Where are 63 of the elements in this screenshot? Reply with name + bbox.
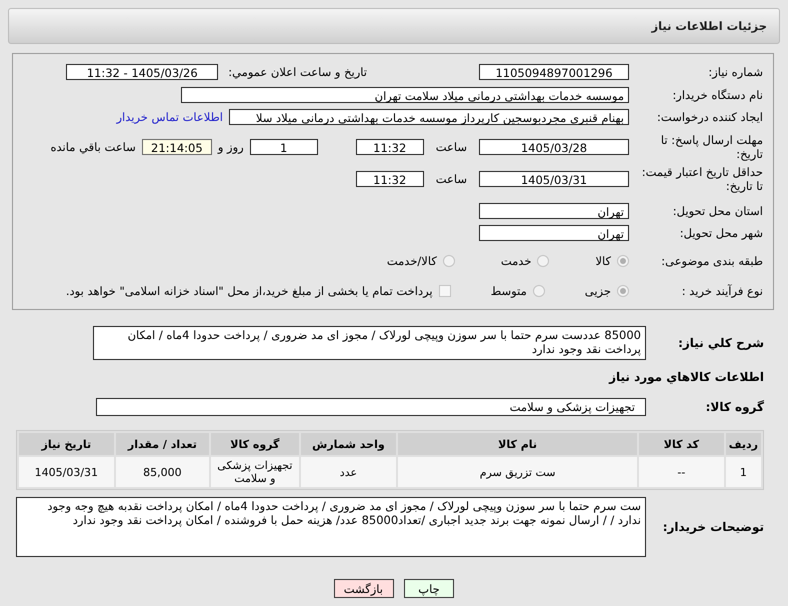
field-label: توضیحات خریدار: — [662, 520, 764, 534]
field-label: گروه کالا: — [704, 400, 764, 414]
back-button[interactable]: بازگشت — [334, 579, 394, 598]
remaining-time-field[interactable]: 21:14:05 — [142, 139, 212, 155]
field-label: نام دستگاه خریدار: — [671, 88, 763, 102]
table-cell: 1 — [726, 457, 761, 487]
field-label: مهلت ارسال پاسخ: تا تاریخ: — [660, 133, 763, 161]
province-field[interactable]: تهران — [479, 203, 629, 219]
description-textarea[interactable]: 85000 عددست سرم حتما با سر سوزن وپیچی لورلاک / مجوز ای مد ضروری / پرداخت حدودا 4ماه / امکان پرداخت نقد وجود ندارد — [93, 326, 646, 360]
field-label: طبقه بندی موضوعی: — [660, 254, 763, 268]
table-cell: عدد — [300, 457, 396, 487]
validity-date-field[interactable]: 1405/03/31 — [479, 171, 629, 187]
column-header: واحد شمارش — [300, 433, 396, 455]
column-header: نام کالا — [398, 433, 638, 455]
section-title: اطلاعات کالاهاي مورد نیاز — [609, 370, 764, 384]
column-header: ردیف — [726, 433, 761, 455]
field-label: استان محل تحویل: — [672, 204, 763, 218]
field-label: حداقل تاریخ اعتبار قیمت: تا تاریخ: — [640, 165, 763, 193]
radio-button[interactable] — [532, 285, 545, 297]
field-label: تاریخ و ساعت اعلان عمومي: — [228, 65, 367, 79]
table-cell: -- — [639, 457, 724, 487]
deadline-date-field[interactable]: 1405/03/28 — [479, 139, 629, 155]
announce-date-field[interactable]: 1405/03/26 - 11:32 — [66, 64, 218, 80]
table-cell: 1405/03/31 — [19, 457, 114, 487]
page-title: جزئیات اطلاعات نیاز — [651, 19, 767, 33]
time-label: ساعت — [436, 140, 467, 154]
field-label: ایجاد کننده درخواست: — [656, 110, 763, 124]
days-label: روز و — [218, 140, 244, 154]
option-label: کالا — [595, 254, 611, 268]
field-label: شهر محل تحویل: — [678, 226, 763, 240]
option-label: کالا/خدمت — [386, 254, 437, 268]
requester-field[interactable]: بهنام قنبری مجردبوسجین کارپرداز موسسه خدمات بهداشتی درمانی میلاد سلا — [229, 109, 629, 125]
field-label: شماره نیاز: — [707, 65, 763, 79]
option-label: جزیی — [584, 284, 611, 298]
need-number-field[interactable]: 1105094897001296 — [479, 64, 629, 80]
deadline-time-field[interactable]: 11:32 — [356, 139, 424, 155]
radio-button[interactable] — [617, 285, 629, 297]
goods-group-field[interactable]: تجهیزات پزشکی و سلامت — [96, 398, 646, 416]
column-header: تاریخ نیاز — [19, 433, 114, 455]
radio-button[interactable] — [442, 255, 455, 267]
buyer-org-field[interactable]: موسسه خدمات بهداشتی درمانی میلاد سلامت تهران — [181, 87, 629, 103]
time-label: ساعت — [436, 172, 467, 186]
option-label: خدمت — [500, 254, 532, 268]
validity-time-field[interactable]: 11:32 — [356, 171, 424, 187]
field-label: نوع فرآیند خرید : — [680, 284, 763, 298]
checkbox[interactable] — [438, 285, 451, 297]
treasury-option-label: پرداخت تمام یا بخشی از مبلغ خرید،از محل "اسناد خزانه اسلامی" خواهد بود. — [66, 284, 433, 298]
column-header: کد کالا — [639, 433, 724, 455]
remaining-label: ساعت باقي مانده — [50, 140, 136, 154]
table-cell: تجهیزات پزشکی و سلامت — [211, 457, 299, 487]
radio-button[interactable] — [617, 255, 629, 267]
city-field[interactable]: تهران — [479, 225, 629, 241]
days-field[interactable]: 1 — [250, 139, 318, 155]
field-label: شرح کلي نیاز: — [677, 336, 764, 350]
radio-button[interactable] — [537, 255, 550, 267]
print-button[interactable]: چاپ — [404, 579, 454, 598]
contact-info-link[interactable]: اطلاعات تماس خریدار — [116, 110, 223, 124]
column-header: گروه کالا — [211, 433, 299, 455]
column-header: تعداد / مقدار — [116, 433, 210, 455]
table-cell: ست تزریق سرم — [398, 457, 638, 487]
table-cell: 85,000 — [116, 457, 210, 487]
option-label: متوسط — [490, 284, 527, 298]
buyer-notes-textarea[interactable]: ست سرم حتما با سر سوزن وپیچی لورلاک / مجوز ای مد ضروری / پرداخت حدودا 4ماه / امکان پرداخت نقدبه هیچ وجه وجود ندارد / / ارسال نمونه جهت برند جدید اجباری /تعداد85000 عدد/ هزینه حمل با فروشنده / امکان پرداخت نقد وجود ندارد — [16, 497, 646, 557]
